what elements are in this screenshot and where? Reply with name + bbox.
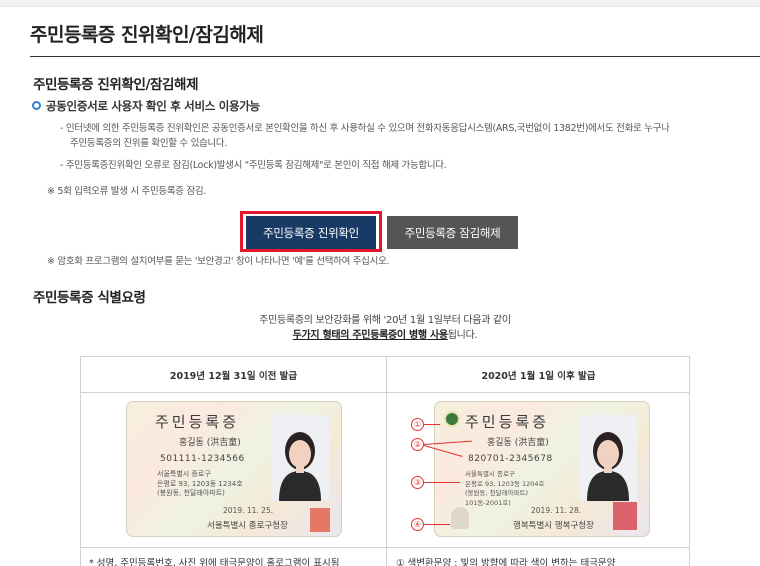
circle-bullet-icon — [32, 101, 41, 110]
card-number: 820701-2345678 — [468, 454, 553, 464]
intro-emphasis: 두가지 형태의 주민등록증이 병행 사용 — [292, 330, 448, 341]
marker-1: ① — [411, 418, 424, 431]
lock-note: ※ 5회 입력오류 발생 시 주민등록증 잠김. — [47, 186, 207, 197]
card-address-line: (봉원동, 천달래아파트) — [157, 489, 225, 497]
card-address-line: 은평로 93, 1203동 1204호 — [465, 479, 545, 488]
official-seal-icon — [310, 508, 330, 532]
id-photo — [579, 415, 637, 501]
card-issuer: 서울특별시 종로구청장 — [207, 521, 288, 531]
card-address-line: 서울특별시 종로구 — [465, 470, 515, 478]
column-header-new: 2020년 1월 1일 이후 발급 — [481, 370, 596, 382]
intro-line1: 주민등록증의 보안강화를 위해 '20년 1월 1일부터 다음과 같이 — [259, 315, 511, 326]
marker-4-line — [424, 524, 450, 525]
security-warning-note: ※ 암호화 프로그램의 설치여부를 묻는 '보안경고' 창이 나타나면 '예'를… — [47, 256, 390, 267]
section-title-verify: 주민등록증 진위확인/잠김해제 — [33, 77, 199, 93]
card-address-line: 은평로 93, 1203동 1234호 — [157, 479, 243, 488]
marker-3-line — [424, 482, 460, 483]
page-title: 주민등록증 진위확인/잠김해제 — [30, 24, 264, 46]
column-header-old: 2019년 12월 31일 이전 발급 — [169, 370, 298, 382]
card-name: 홍길동 (洪吉童) — [487, 438, 549, 448]
section-title-identification: 주민등록증 식별요령 — [33, 290, 146, 306]
intro-line2: 두가지 형태의 주민등록증이 병행 사용됩니다. — [80, 326, 690, 341]
new-card-note: ① 색변환문양 : 빛의 방향에 따라 색이 변하는 태극문양 — [396, 558, 616, 566]
card-issuer: 행복특별시 행복구청장 — [513, 521, 594, 531]
old-card-note: * 성명, 주민등록번호, 사진 위에 태극문양이 홀로그램이 표시됨 — [89, 558, 340, 566]
verify-id-button[interactable]: 주민등록증 진위확인 — [246, 216, 376, 249]
intro-line2-rest: 됩니다. — [447, 330, 478, 341]
unlock-id-button[interactable]: 주민등록증 잠김해제 — [387, 216, 518, 249]
new-id-card-image: 주민등록증 홍길동 (洪吉童) 820701-2345678 서울특별시 종로구… — [434, 401, 650, 537]
ghost-image-icon — [451, 507, 469, 529]
marker-2: ② — [411, 438, 424, 451]
marker-3: ③ — [411, 476, 424, 489]
top-strip — [0, 0, 760, 7]
marker-1-line — [424, 424, 440, 425]
card-issue-date: 2019. 11. 28. — [531, 506, 582, 515]
official-seal-icon — [613, 502, 637, 530]
person-photo-icon — [271, 415, 329, 501]
marker-4: ④ — [411, 518, 424, 531]
title-divider — [30, 56, 760, 57]
card-address-line: 서울특별시 종로구 — [157, 470, 211, 478]
info-text-line2: 주민등록증의 진위를 확인할 수 있습니다. — [70, 138, 228, 149]
card-number: 501111-1234566 — [160, 454, 245, 464]
card-issue-date: 2019. 11. 25. — [223, 506, 274, 515]
id-photo — [271, 415, 329, 501]
old-id-card-image: 주민등록증 홍길동 (洪吉童) 501111-1234566 서울특별시 종로구… — [126, 401, 342, 537]
comparison-table: 2019년 12월 31일 이전 발급 2020년 1월 1일 이후 발급 주민… — [80, 356, 690, 566]
color-shift-emblem-icon — [444, 411, 460, 427]
info-text-lock: - 주민등록증진위확인 오류로 잠김(Lock)발생시 "주민등록 잠김해제"로… — [60, 160, 447, 171]
card-address: 서울특별시 종로구 은평로 93, 1203동 1204호 (봉원동, 천달래아… — [465, 470, 545, 508]
info-heading: 공동인증서로 사용자 확인 후 서비스 이용가능 — [46, 99, 260, 113]
card-address: 서울특별시 종로구 은평로 93, 1203동 1234호 (봉원동, 천달래아… — [157, 470, 243, 499]
info-text-line1: - 인터넷에 의한 주민등록증 진위확인은 공동인증서로 본인확인을 하신 후 … — [60, 123, 670, 134]
card-title: 주민등록증 — [155, 413, 240, 431]
person-photo-icon — [579, 415, 637, 501]
card-name: 홍길동 (洪吉童) — [179, 438, 241, 448]
card-title: 주민등록증 — [465, 413, 550, 431]
table-body-rule — [81, 547, 689, 548]
card-address-line: (봉원동, 천달래아파트) — [465, 489, 529, 497]
table-header-rule — [81, 392, 689, 393]
